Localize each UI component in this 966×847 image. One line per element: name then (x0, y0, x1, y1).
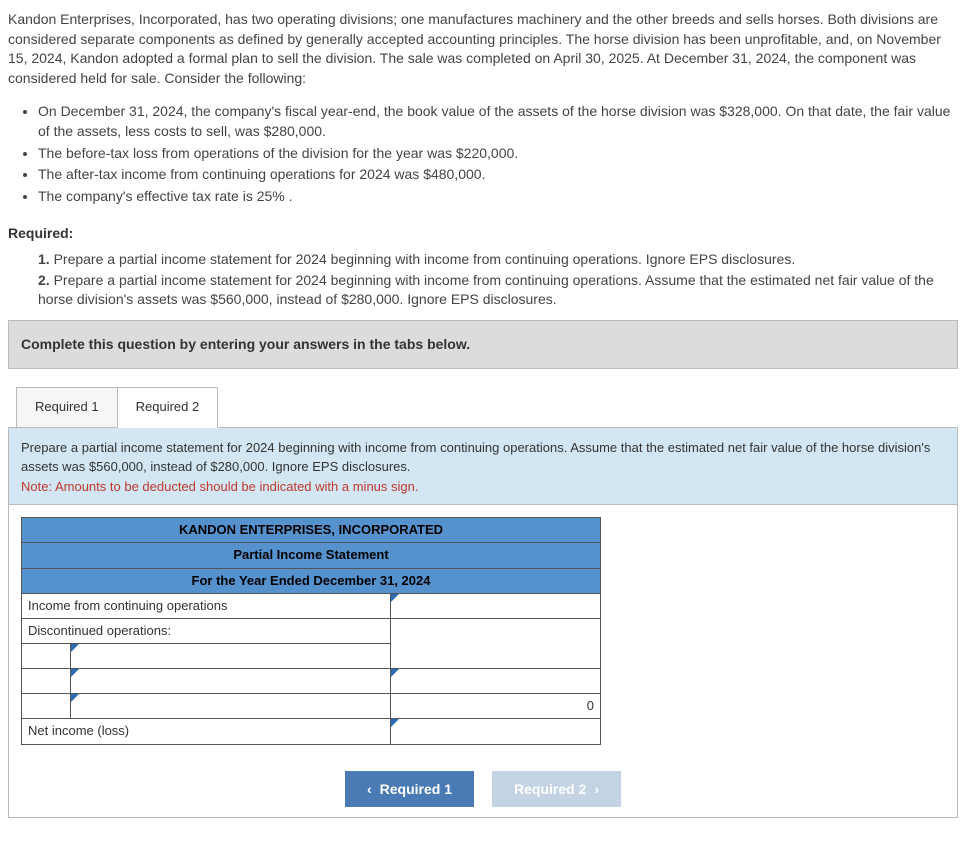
chevron-right-icon: › (594, 781, 599, 797)
panel-description: Prepare a partial income statement for 2… (9, 428, 957, 506)
dropdown-icon (71, 644, 79, 652)
nav-row: ‹ Required 1 Required 2 › (9, 757, 957, 817)
disc-line-3-label[interactable] (70, 694, 390, 719)
dropdown-icon (391, 669, 399, 677)
dropdown-icon (391, 594, 399, 602)
required-item-1: 1. Prepare a partial income statement fo… (38, 250, 958, 270)
stmt-period: For the Year Ended December 31, 2024 (22, 568, 601, 593)
row-income-continuing-amount[interactable] (391, 593, 601, 618)
tab-panel-required-2: Prepare a partial income statement for 2… (8, 427, 958, 818)
tab-required-2[interactable]: Required 2 (117, 387, 219, 427)
indent-cell (22, 669, 71, 694)
stmt-title: KANDON ENTERPRISES, INCORPORATED (22, 518, 601, 543)
tab-required-1[interactable]: Required 1 (16, 387, 118, 427)
blank-cell (391, 619, 601, 644)
dropdown-icon (71, 669, 79, 677)
fact-item: On December 31, 2024, the company's fisc… (38, 102, 958, 141)
dropdown-icon (71, 694, 79, 702)
dropdown-icon (391, 719, 399, 727)
instruction-bar: Complete this question by entering your … (8, 320, 958, 370)
required-list: 1. Prepare a partial income statement fo… (8, 250, 958, 310)
required-item-1-text: Prepare a partial income statement for 2… (54, 251, 796, 267)
worksheet: KANDON ENTERPRISES, INCORPORATED Partial… (9, 505, 957, 756)
problem-intro: Kandon Enterprises, Incorporated, has tw… (8, 10, 958, 88)
fact-item: The before-tax loss from operations of t… (38, 144, 958, 164)
panel-note: Note: Amounts to be deducted should be i… (21, 479, 418, 494)
required-item-2: 2. Prepare a partial income statement fo… (38, 271, 958, 310)
panel-desc-text: Prepare a partial income statement for 2… (21, 440, 930, 475)
disc-line-1-label[interactable] (70, 644, 390, 669)
row-discontinued-label: Discontinued operations: (22, 619, 391, 644)
blank-cell (391, 644, 601, 669)
problem-facts-list: On December 31, 2024, the company's fisc… (8, 102, 958, 206)
tabs-row: Required 1 Required 2 (8, 387, 958, 427)
disc-line-2-label[interactable] (70, 669, 390, 694)
indent-cell (22, 694, 71, 719)
next-button[interactable]: Required 2 › (492, 771, 621, 807)
disc-line-2-amount[interactable] (391, 669, 601, 694)
row-net-income-label: Net income (loss) (22, 719, 391, 744)
income-statement-table: KANDON ENTERPRISES, INCORPORATED Partial… (21, 517, 601, 744)
prev-button-label: Required 1 (380, 781, 452, 797)
required-heading: Required: (8, 224, 958, 244)
row-net-income-amount[interactable] (391, 719, 601, 744)
stmt-subtitle: Partial Income Statement (22, 543, 601, 568)
indent-cell (22, 644, 71, 669)
chevron-left-icon: ‹ (367, 781, 372, 797)
disc-summary-amount: 0 (391, 694, 601, 719)
fact-item: The after-tax income from continuing ope… (38, 165, 958, 185)
required-item-2-text: Prepare a partial income statement for 2… (38, 272, 934, 308)
fact-item: The company's effective tax rate is 25% … (38, 187, 958, 207)
next-button-label: Required 2 (514, 781, 586, 797)
row-income-continuing-label: Income from continuing operations (22, 593, 391, 618)
prev-button[interactable]: ‹ Required 1 (345, 771, 474, 807)
